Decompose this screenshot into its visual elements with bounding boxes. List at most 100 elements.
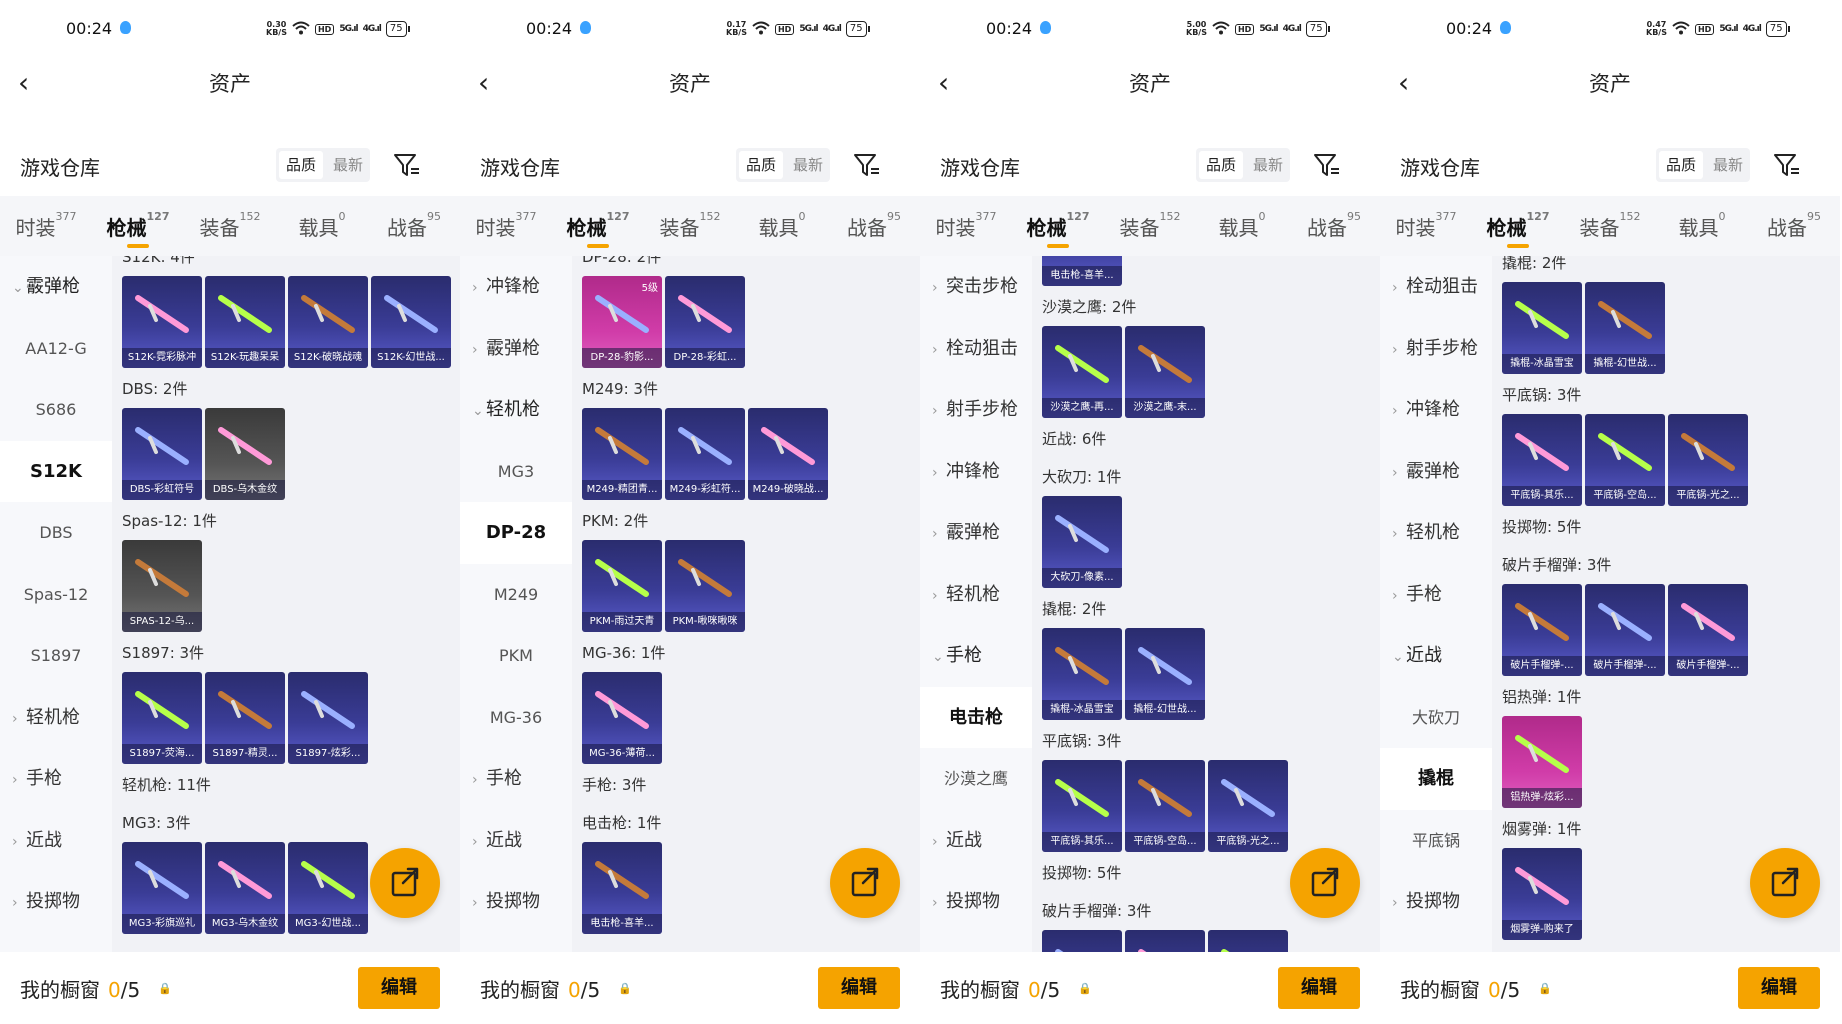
item-card[interactable]: PKM-啾咪啾咪 [665, 540, 745, 632]
tab-fashion[interactable]: 时装377 [0, 196, 92, 256]
side-nav-item[interactable]: › 栓动狙击 [920, 318, 1032, 380]
item-card[interactable]: 撬棍-冰晶雪宝 [1502, 282, 1582, 374]
item-card[interactable]: 平底锅-光之... [1668, 414, 1748, 506]
side-nav-item[interactable]: 电击枪 [920, 686, 1032, 748]
side-nav-item[interactable]: 沙漠之鹰 [920, 748, 1032, 810]
side-nav-item[interactable]: ⌄ 轻机枪 [460, 379, 572, 441]
sort-latest-button[interactable]: 最新 [1246, 148, 1290, 182]
tab-guns[interactable]: 枪械127 [92, 196, 184, 256]
side-nav-item[interactable]: › 手枪 [460, 748, 572, 810]
side-nav-item[interactable]: 撬棍 [1380, 748, 1492, 810]
side-nav-item[interactable]: DBS [0, 502, 112, 564]
sort-latest-button[interactable]: 最新 [326, 148, 370, 182]
tab-equipment[interactable]: 装备152 [184, 196, 276, 256]
tab-supplies[interactable]: 战备95 [1748, 196, 1840, 256]
item-card[interactable]: 平底锅-空岛... [1125, 760, 1205, 852]
edit-button[interactable]: 编辑 [1738, 967, 1820, 1009]
item-card[interactable]: 铝热弹-炫彩... [1502, 716, 1582, 808]
side-nav-item[interactable]: S1897 [0, 625, 112, 687]
side-nav-item[interactable]: ⌄ 手枪 [920, 625, 1032, 687]
item-card[interactable]: DBS-彩虹符号 [122, 408, 202, 500]
item-card[interactable]: MG3-彩旗巡礼 [122, 842, 202, 934]
item-card[interactable]: 撬棍-幻世战... [1125, 628, 1205, 720]
side-nav-item[interactable]: › 冲锋枪 [920, 441, 1032, 503]
item-card[interactable]: 破片手榴弹-... [1502, 584, 1582, 676]
edit-button[interactable]: 编辑 [818, 967, 900, 1009]
item-card[interactable]: 电击枪-喜羊... [582, 842, 662, 934]
share-button[interactable] [370, 848, 440, 918]
item-card[interactable]: SPAS-12-乌... [122, 540, 202, 632]
side-nav-item[interactable]: AA12-G [0, 318, 112, 380]
item-card[interactable] [1125, 930, 1205, 952]
tab-guns[interactable]: 枪械127 [552, 196, 644, 256]
item-card[interactable]: 平底锅-其乐... [1042, 760, 1122, 852]
side-nav-item[interactable]: ⌄ 霰弹枪 [0, 256, 112, 318]
item-card[interactable]: 烟雾弹-购来了 [1502, 848, 1582, 940]
item-card[interactable]: 沙漠之鹰-再... [1042, 326, 1122, 418]
tab-equipment[interactable]: 装备152 [1104, 196, 1196, 256]
side-nav-item[interactable]: › 近战 [0, 810, 112, 872]
side-nav-item[interactable]: 平底锅 [1380, 810, 1492, 872]
item-card[interactable]: DBS-乌木金纹 [205, 408, 285, 500]
item-card[interactable]: S1897-荧海... [122, 672, 202, 764]
side-nav-item[interactable]: ⌄ 近战 [1380, 625, 1492, 687]
item-card[interactable]: 沙漠之鹰-末... [1125, 326, 1205, 418]
item-card[interactable] [1042, 930, 1122, 952]
item-card[interactable]: S1897-精灵... [205, 672, 285, 764]
sort-quality-button[interactable]: 品质 [1199, 151, 1243, 179]
sort-quality-button[interactable]: 品质 [279, 151, 323, 179]
side-nav-item[interactable]: Spas-12 [0, 564, 112, 626]
item-card[interactable]: 平底锅-光之... [1208, 760, 1288, 852]
side-nav-item[interactable]: › 突击步枪 [920, 256, 1032, 318]
tab-vehicles[interactable]: 载具0 [1196, 196, 1288, 256]
side-nav-item[interactable]: 大砍刀 [1380, 687, 1492, 749]
side-nav-item[interactable]: › 栓动狙击 [1380, 256, 1492, 318]
tab-supplies[interactable]: 战备95 [828, 196, 920, 256]
side-nav-item[interactable]: › 霰弹枪 [920, 502, 1032, 564]
tab-guns[interactable]: 枪械127 [1472, 196, 1564, 256]
item-card[interactable]: M249-精团青... [582, 408, 662, 500]
share-button[interactable] [1290, 848, 1360, 918]
item-card[interactable]: 电击枪-喜羊... [1042, 256, 1122, 286]
edit-button[interactable]: 编辑 [358, 967, 440, 1009]
sort-quality-button[interactable]: 品质 [739, 151, 783, 179]
item-card[interactable]: 破片手榴弹-... [1585, 584, 1665, 676]
side-nav-item[interactable]: S12K [0, 440, 112, 502]
side-nav-item[interactable]: › 霰弹枪 [460, 318, 572, 380]
item-card[interactable]: S12K-霓彩脉冲 [122, 276, 202, 368]
filter-icon[interactable] [392, 150, 422, 180]
tab-guns[interactable]: 枪械127 [1012, 196, 1104, 256]
side-nav-item[interactable]: › 轻机枪 [920, 564, 1032, 626]
item-card[interactable]: MG3-幻世战... [288, 842, 368, 934]
side-nav-item[interactable]: › 冲锋枪 [1380, 379, 1492, 441]
tab-supplies[interactable]: 战备95 [1288, 196, 1380, 256]
sort-quality-button[interactable]: 品质 [1659, 151, 1703, 179]
tab-equipment[interactable]: 装备152 [644, 196, 736, 256]
side-nav-item[interactable]: › 手枪 [1380, 564, 1492, 626]
side-nav-item[interactable]: › 冲锋枪 [460, 256, 572, 318]
edit-button[interactable]: 编辑 [1278, 967, 1360, 1009]
item-card[interactable]: PKM-雨过天青 [582, 540, 662, 632]
side-nav-item[interactable]: › 投掷物 [920, 871, 1032, 933]
tab-fashion[interactable]: 时装377 [460, 196, 552, 256]
side-nav-item[interactable]: › 投掷物 [1380, 871, 1492, 933]
side-nav-item[interactable]: › 近战 [460, 810, 572, 872]
side-nav-item[interactable]: › 近战 [920, 810, 1032, 872]
item-card[interactable]: M249-彩虹符... [665, 408, 745, 500]
filter-icon[interactable] [852, 150, 882, 180]
item-card[interactable]: MG3-乌木金纹 [205, 842, 285, 934]
tab-vehicles[interactable]: 载具0 [1656, 196, 1748, 256]
tab-vehicles[interactable]: 载具0 [276, 196, 368, 256]
item-card[interactable]: MG-36-薄荷... [582, 672, 662, 764]
item-card[interactable]: S12K-玩趣呆呆 [205, 276, 285, 368]
item-card[interactable] [1208, 930, 1288, 952]
side-nav-item[interactable]: MG-36 [460, 687, 572, 749]
share-button[interactable] [1750, 848, 1820, 918]
side-nav-item[interactable]: › 射手步枪 [920, 379, 1032, 441]
side-nav-item[interactable]: › 轻机枪 [0, 687, 112, 749]
side-nav-item[interactable]: › 投掷物 [0, 871, 112, 933]
item-card[interactable]: 5级 DP-28-豹影... [582, 276, 662, 368]
sort-latest-button[interactable]: 最新 [786, 148, 830, 182]
share-button[interactable] [830, 848, 900, 918]
item-card[interactable]: 大砍刀-像素... [1042, 496, 1122, 588]
